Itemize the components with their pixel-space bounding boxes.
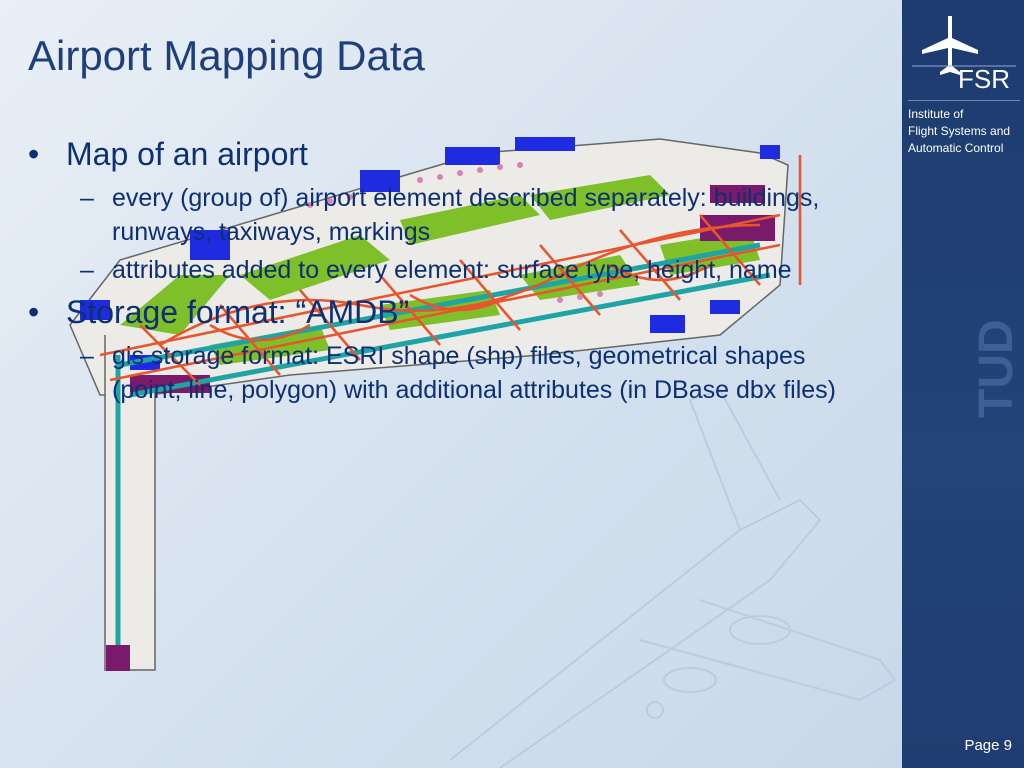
institute-line: Flight Systems and [908, 124, 1011, 138]
sub-bullet-dash: – [80, 184, 94, 212]
institute-line: Automatic Control [908, 141, 1004, 155]
tud-logo-text: TUD [970, 319, 1023, 418]
bullet-dot: • [28, 294, 40, 330]
page-number: Page 9 [964, 737, 1012, 754]
bullet-item: • Map of an airport [28, 135, 848, 173]
bullet-list: • Map of an airport – every (group of) a… [28, 135, 848, 411]
slide-area: Airport Mapping Data • Map of an airport… [0, 0, 902, 768]
divider [908, 100, 1020, 101]
sub-bullet-dash: – [80, 342, 94, 370]
sub-bullet-text: attributes added to every element: surfa… [112, 256, 792, 284]
sub-bullet-text: gis storage format: ESRI shape (shp) fil… [112, 342, 836, 404]
institute-name: Institute of Flight Systems and Automati… [908, 106, 1010, 157]
bullet-text: Map of an airport [66, 136, 308, 172]
bullet-item: • Storage format: “AMDB” [28, 293, 848, 331]
fsr-logo: FSR [912, 16, 1016, 92]
sub-bullet-text: every (group of) airport element describ… [112, 184, 820, 246]
sub-bullet-dash: – [80, 256, 94, 284]
logo-text: FSR [958, 64, 1010, 92]
sub-bullet-item: – gis storage format: ESRI shape (shp) f… [28, 339, 848, 407]
tud-logo: TUD [970, 319, 1023, 418]
sub-bullet-item: – attributes added to every element: sur… [28, 253, 848, 287]
sidebar: FSR Institute of Flight Systems and Auto… [902, 0, 1024, 768]
bullet-text: Storage format: “AMDB” [66, 294, 410, 330]
sub-bullet-item: – every (group of) airport element descr… [28, 181, 848, 249]
slide-title: Airport Mapping Data [28, 32, 425, 79]
institute-line: Institute of [908, 107, 964, 121]
bullet-dot: • [28, 136, 40, 172]
